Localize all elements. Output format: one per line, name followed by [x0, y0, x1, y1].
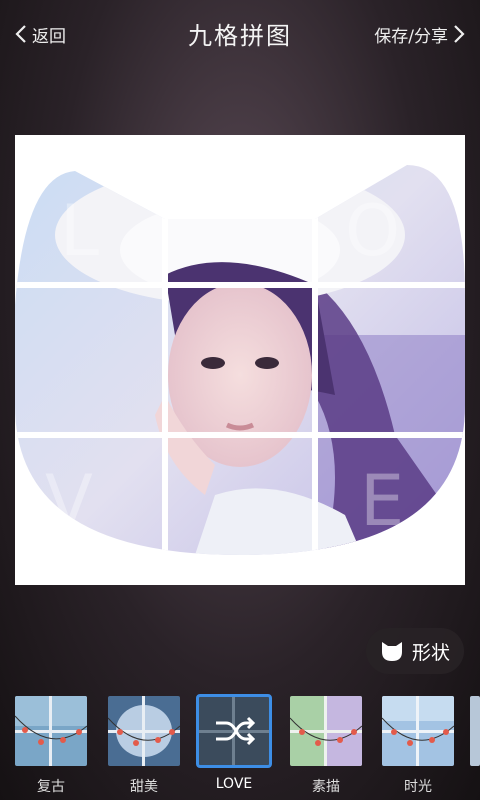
filter-label: 素描: [312, 779, 340, 795]
filter-item-time[interactable]: 时光: [382, 696, 454, 795]
filter-thumbnail: [108, 696, 180, 766]
watermark-letter-l: L: [60, 190, 99, 272]
save-share-label: 保存/分享: [374, 26, 448, 47]
filter-label: LOVE: [215, 776, 253, 792]
filter-thumbnail: [196, 694, 272, 768]
filter-thumbnail: [15, 696, 87, 766]
filter-item-partial[interactable]: [470, 696, 480, 766]
filter-item-sweet[interactable]: 甜美: [108, 696, 180, 795]
filter-item-love[interactable]: LOVE: [196, 694, 272, 792]
filter-strip: 复古 甜美 LOVE 素描 时光: [0, 690, 480, 800]
top-bar: 返回 九格拼图 保存/分享: [0, 0, 480, 68]
filter-item-sketch[interactable]: 素描: [290, 696, 362, 795]
watermark-letter-v: V: [45, 460, 93, 542]
cat-head-icon: [381, 642, 402, 661]
filter-item-retro[interactable]: 复古: [15, 696, 87, 795]
watermark-letter-e: E: [360, 460, 404, 542]
cat-collage-image: L O V E: [15, 165, 465, 555]
chevron-right-icon: [454, 25, 465, 43]
filter-thumbnail: [290, 696, 362, 766]
filter-label: 时光: [404, 779, 432, 795]
save-share-button[interactable]: 保存/分享: [374, 20, 466, 48]
watermark-letter-o: O: [345, 190, 400, 272]
shape-button[interactable]: 形状: [366, 628, 464, 674]
shape-button-label: 形状: [411, 641, 450, 664]
filter-label: 甜美: [130, 779, 158, 795]
filter-thumbnail: [382, 696, 454, 766]
filter-thumbnail: [470, 696, 480, 766]
filter-label: 复古: [37, 779, 65, 795]
collage-canvas[interactable]: L O V E: [15, 135, 465, 585]
